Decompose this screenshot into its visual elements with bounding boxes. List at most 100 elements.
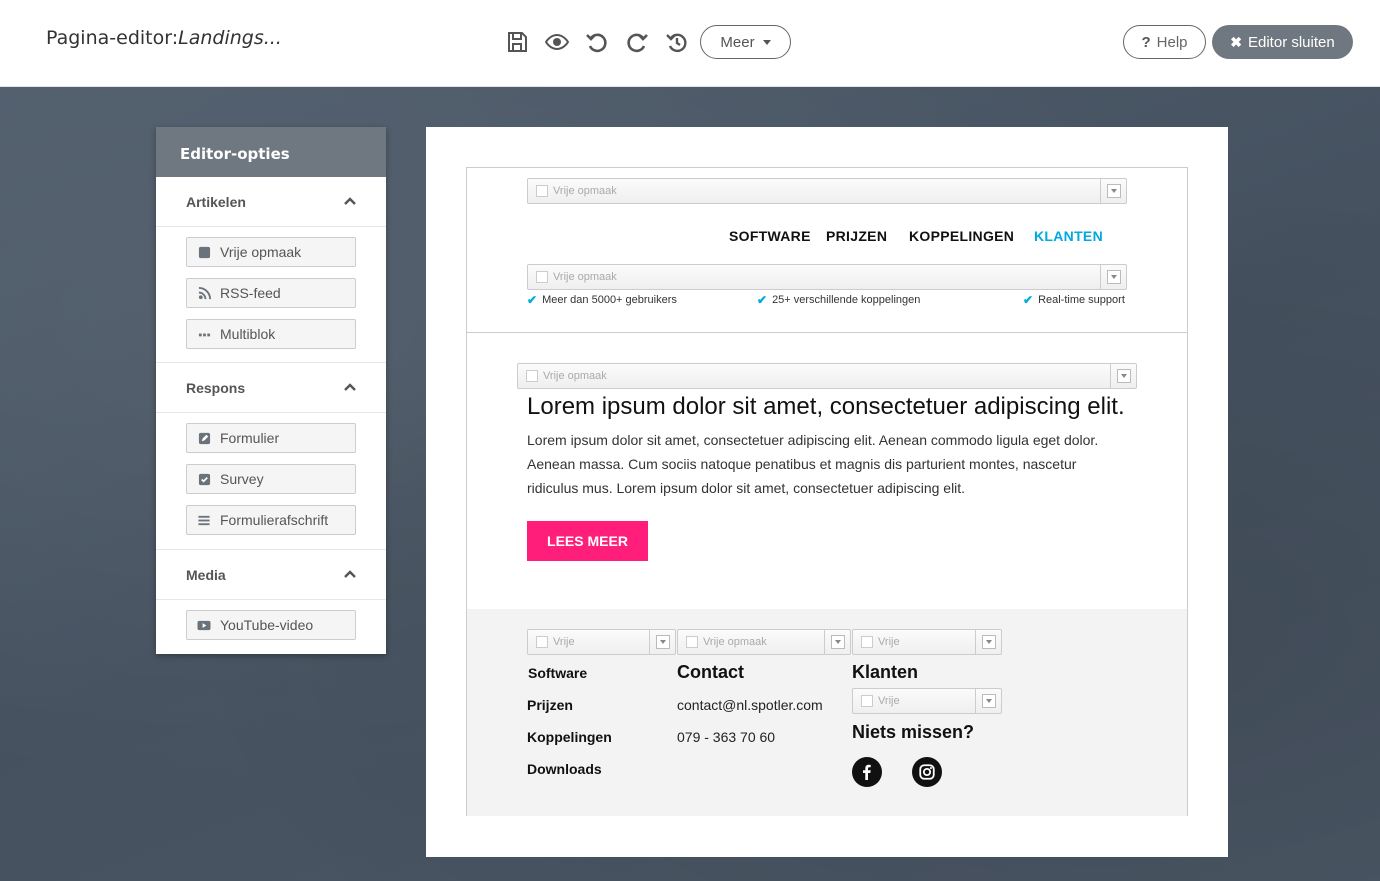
content-block-bar[interactable]: Vrije opmaak <box>517 363 1137 389</box>
section-artikelen[interactable]: Artikelen <box>156 177 386 227</box>
block-checkbox[interactable] <box>536 185 548 197</box>
section-divider <box>467 332 1187 333</box>
contact-phone: 079 - 363 70 60 <box>677 729 776 745</box>
footer-link-prijzen[interactable]: Prijzen <box>527 697 573 713</box>
block-type-label: Vrije <box>553 636 575 648</box>
meer-label: Meer <box>720 33 755 51</box>
block-dropdown[interactable] <box>975 689 1001 713</box>
caret-down-icon <box>834 640 841 644</box>
close-icon: ✖ <box>1230 33 1242 50</box>
block-checkbox[interactable] <box>861 636 873 648</box>
usp-item: ✔ 25+ verschillende koppelingen <box>757 293 920 307</box>
page-footer: Vrije Vrije opmaak Vrije Software Prijze… <box>467 609 1187 816</box>
footer-link-software[interactable]: Software <box>528 665 587 681</box>
footer-link-downloads[interactable]: Downloads <box>527 761 602 777</box>
caret-down-icon <box>659 640 666 644</box>
block-type-label: Vrije opmaak <box>553 271 617 283</box>
block-multiblok[interactable]: Multiblok <box>186 319 356 349</box>
block-label: YouTube-video <box>220 617 314 633</box>
chevron-up-icon[interactable] <box>344 381 356 393</box>
page-title-prefix: Pagina-editor: <box>46 27 179 49</box>
close-editor-label: Editor sluiten <box>1248 33 1335 51</box>
contact-heading: Contact <box>677 662 744 682</box>
block-label: Vrije opmaak <box>220 244 302 260</box>
section-media[interactable]: Media <box>156 550 386 600</box>
caret-down-icon <box>762 39 771 45</box>
section-label: Respons <box>186 380 246 396</box>
redo-icon[interactable] <box>624 29 650 55</box>
block-dropdown[interactable] <box>824 630 850 654</box>
nav-software[interactable]: SOFTWARE <box>729 228 811 244</box>
block-type-label: Vrije opmaak <box>703 636 767 648</box>
contact-email[interactable]: contact@nl.spotler.com <box>677 697 823 713</box>
usp-text: 25+ verschillende koppelingen <box>772 294 921 306</box>
content-block-bar[interactable]: Vrije opmaak <box>677 629 851 655</box>
block-survey[interactable]: Survey <box>186 464 356 494</box>
nav-prijzen[interactable]: PRIJZEN <box>826 228 887 244</box>
help-button[interactable]: ? Help <box>1123 25 1206 59</box>
hero-text: Lorem ipsum dolor sit amet, consectetuer… <box>527 432 1099 496</box>
chevron-up-icon[interactable] <box>344 568 356 580</box>
block-label: Multiblok <box>220 326 276 342</box>
help-label: Help <box>1156 33 1188 51</box>
page-title: Pagina-editor:Landings... <box>46 27 282 49</box>
hero-title: Lorem ipsum dolor sit amet, consectetuer… <box>527 393 1125 420</box>
block-label: Formulier <box>220 430 280 446</box>
undo-icon[interactable] <box>584 29 610 55</box>
nav-koppelingen[interactable]: KOPPELINGEN <box>909 228 1014 244</box>
caret-down-icon <box>985 699 992 703</box>
history-icon[interactable] <box>664 29 690 55</box>
block-vrije-opmaak[interactable]: Vrije opmaak <box>186 237 356 267</box>
caret-down-icon <box>1120 374 1127 378</box>
lees-meer-button[interactable]: LEES MEER <box>527 521 648 561</box>
preview-eye-icon[interactable] <box>544 29 570 55</box>
content-block-bar[interactable]: Vrije <box>852 629 1002 655</box>
facebook-icon[interactable] <box>852 757 882 787</box>
checkbox-icon <box>197 472 211 486</box>
question-icon: ? <box>1141 33 1151 51</box>
content-block-bar[interactable]: Vrije <box>852 688 1002 714</box>
page-title-name: Landings... <box>178 27 282 49</box>
instagram-icon[interactable] <box>912 757 942 787</box>
block-checkbox[interactable] <box>526 370 538 382</box>
footer-link-koppelingen[interactable]: Koppelingen <box>527 729 612 745</box>
close-editor-button[interactable]: ✖ Editor sluiten <box>1212 25 1353 59</box>
caret-down-icon <box>1110 189 1117 193</box>
block-checkbox[interactable] <box>536 271 548 283</box>
block-type-label: Vrije <box>878 695 900 707</box>
checkmark-icon: ✔ <box>527 293 538 307</box>
block-dropdown[interactable] <box>649 630 675 654</box>
block-dropdown[interactable] <box>975 630 1001 654</box>
block-dropdown[interactable] <box>1100 265 1126 289</box>
editor-options-panel: Editor-opties Artikelen Vrije opmaak RSS… <box>156 127 386 654</box>
section-label: Artikelen <box>186 194 246 210</box>
edit-form-icon <box>197 431 211 445</box>
nav-klanten[interactable]: KLANTEN <box>1034 228 1103 244</box>
rss-icon <box>197 286 211 300</box>
chevron-up-icon[interactable] <box>344 195 356 207</box>
content-block-bar[interactable]: Vrije opmaak <box>527 178 1127 204</box>
block-type-label: Vrije opmaak <box>553 185 617 197</box>
block-checkbox[interactable] <box>536 636 548 648</box>
block-formulierafschrift[interactable]: Formulierafschrift <box>186 505 356 535</box>
list-icon <box>197 513 211 527</box>
block-checkbox[interactable] <box>861 695 873 707</box>
block-youtube-video[interactable]: YouTube-video <box>186 610 356 640</box>
content-block-bar[interactable]: Vrije <box>527 629 676 655</box>
editor-options-title: Editor-opties <box>156 127 386 177</box>
klanten-heading: Klanten <box>852 662 919 682</box>
content-block-bar[interactable]: Vrije opmaak <box>527 264 1127 290</box>
block-dropdown[interactable] <box>1110 364 1136 388</box>
square-icon <box>197 245 211 259</box>
block-formulier[interactable]: Formulier <box>186 423 356 453</box>
save-icon[interactable] <box>504 29 530 55</box>
block-rss-feed[interactable]: RSS-feed <box>186 278 356 308</box>
block-dropdown[interactable] <box>1100 179 1126 203</box>
meer-dropdown-button[interactable]: Meer <box>700 25 791 59</box>
caret-down-icon <box>985 640 992 644</box>
block-checkbox[interactable] <box>686 636 698 648</box>
section-respons[interactable]: Respons <box>156 363 386 413</box>
niets-missen-heading: Niets missen? <box>852 722 975 742</box>
block-label: RSS-feed <box>220 285 281 301</box>
usp-item: ✔ Meer dan 5000+ gebruikers <box>527 293 677 307</box>
